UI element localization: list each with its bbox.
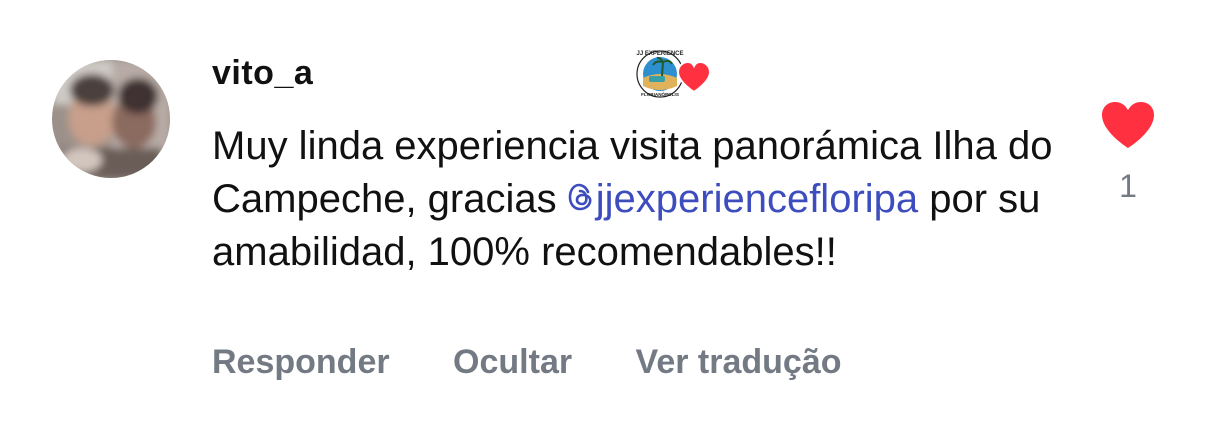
threads-icon: [568, 173, 594, 226]
comment-actions: Responder Ocultar Ver tradução: [212, 340, 842, 384]
heart-icon: [1102, 102, 1154, 148]
avatar[interactable]: [52, 60, 170, 178]
mention-link[interactable]: jjexperiencefloripa: [568, 177, 918, 221]
see-translation-button[interactable]: Ver tradução: [636, 343, 842, 381]
creator-liked-badge: JJ EXPERIENCE FLORIANÓPOLIS: [636, 46, 712, 102]
avatar-photo: [52, 60, 170, 178]
like-button[interactable]: [1100, 100, 1156, 150]
reply-button[interactable]: Responder: [212, 343, 390, 381]
mention-username: jjexperiencefloripa: [595, 177, 919, 221]
hide-button[interactable]: Ocultar: [453, 343, 572, 381]
creator-badge-brand-bottom: FLORIANÓPOLIS: [641, 90, 679, 97]
creator-heart-icon: [676, 60, 712, 94]
comment-text: Muy linda experiencia visita panorámica …: [212, 120, 1072, 279]
username[interactable]: vito_a: [212, 52, 313, 94]
creator-badge-brand-top: JJ EXPERIENCE: [636, 51, 683, 57]
creator-logo-icon: JJ EXPERIENCE FLORIANÓPOLIS: [636, 50, 712, 98]
like-count[interactable]: 1: [1100, 166, 1156, 206]
